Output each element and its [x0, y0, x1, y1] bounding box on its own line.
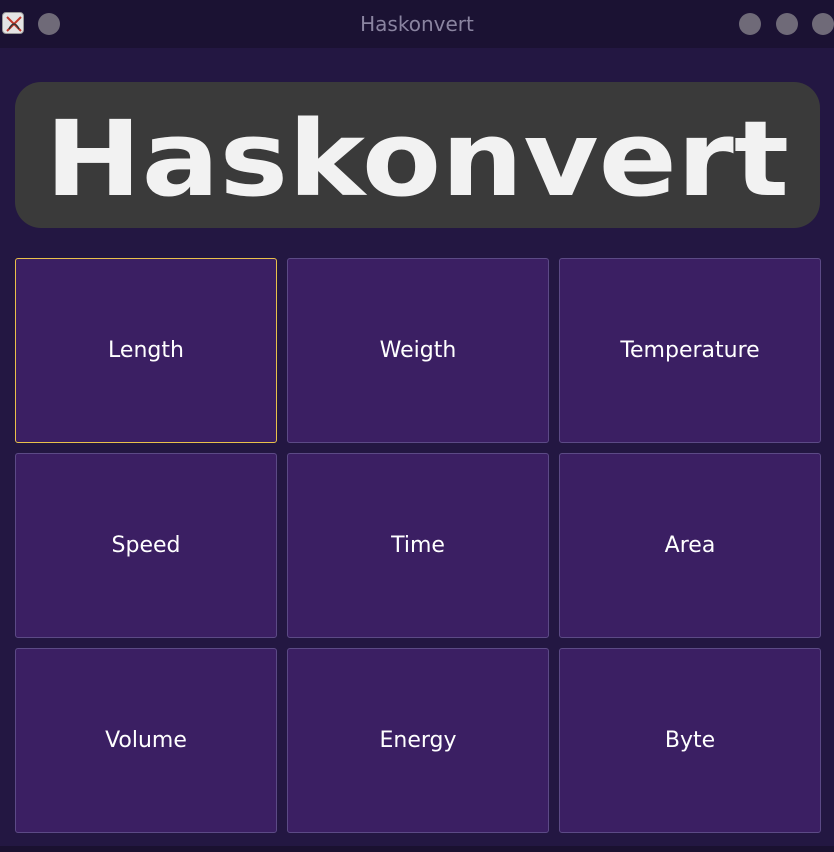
category-button-speed[interactable]: Speed [15, 453, 277, 638]
title-bar[interactable]: Haskonvert [0, 0, 834, 48]
category-button-weigth[interactable]: Weigth [287, 258, 549, 443]
category-button-byte[interactable]: Byte [559, 648, 821, 833]
category-button-temperature[interactable]: Temperature [559, 258, 821, 443]
logo-text: Haskonvert [45, 98, 789, 220]
category-button-time[interactable]: Time [287, 453, 549, 638]
logo-wordmark: Haskonvert [45, 98, 789, 220]
window-menu-button[interactable] [38, 13, 60, 35]
category-button-energy[interactable]: Energy [287, 648, 549, 833]
app-window: Haskonvert Haskonvert Length Weigth Temp… [0, 0, 834, 852]
minimize-button[interactable] [739, 13, 761, 35]
app-icon[interactable] [2, 12, 24, 34]
close-button[interactable] [812, 13, 834, 35]
window-bottom-edge [0, 846, 834, 852]
category-button-area[interactable]: Area [559, 453, 821, 638]
logo-banner: Haskonvert [15, 82, 820, 228]
category-button-volume[interactable]: Volume [15, 648, 277, 833]
maximize-button[interactable] [776, 13, 798, 35]
window-title: Haskonvert [360, 12, 474, 36]
category-button-length[interactable]: Length [15, 258, 277, 443]
